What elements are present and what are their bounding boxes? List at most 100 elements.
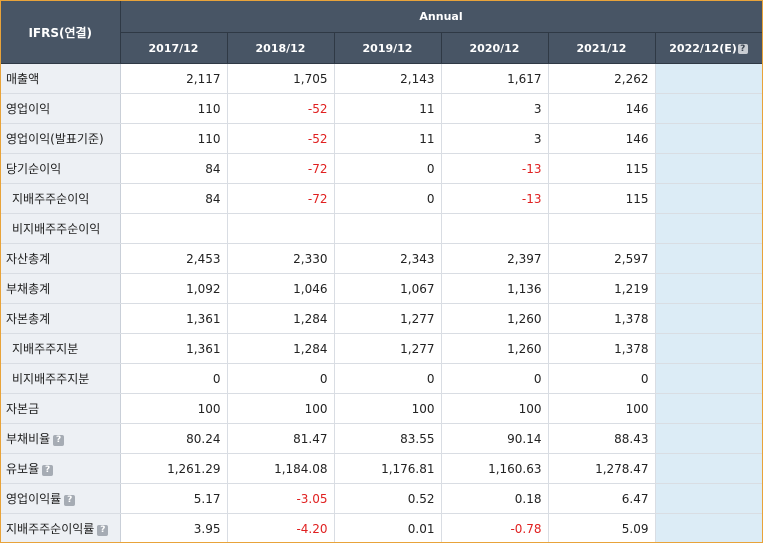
value-cell: -0.78: [441, 513, 549, 542]
financial-summary-table: IFRS(연결) Annual 2017/12 2018/12 2019/12 …: [1, 1, 762, 542]
value-cell: 146: [548, 123, 656, 154]
value-cell: 11: [334, 93, 442, 124]
value-cell: 1,092: [120, 273, 228, 304]
value-cell: 88.43: [548, 423, 656, 454]
table-row: 자본금 100 100 100 100 100: [1, 393, 762, 424]
value-cell: 2,330: [227, 243, 335, 274]
table-row: 영업이익 110 -52 11 3 146: [1, 93, 762, 124]
row-label: 자본총계: [6, 312, 51, 326]
value-cell: 1,361: [120, 303, 228, 334]
annual-group-header: Annual: [120, 1, 762, 33]
table-row: 지배주주순이익 84 -72 0 -13 115: [1, 183, 762, 214]
row-label: 비지배주주순이익: [12, 222, 101, 236]
value-cell: [441, 213, 549, 244]
row-label: 영업이익률: [6, 492, 62, 506]
table-row: 지배주주지분 1,361 1,284 1,277 1,260 1,378: [1, 333, 762, 364]
value-cell: -4.20: [227, 513, 335, 542]
value-cell: 0: [334, 363, 442, 394]
table-row: 부채총계 1,092 1,046 1,067 1,136 1,219: [1, 273, 762, 304]
value-cell: 1,160.63: [441, 453, 549, 484]
value-cell: 115: [548, 153, 656, 184]
value-cell: 81.47: [227, 423, 335, 454]
row-label: 자산총계: [6, 252, 51, 266]
value-cell: 0: [120, 363, 228, 394]
period-header-estimate: 2022/12(E)?: [655, 32, 762, 64]
value-cell: 100: [334, 393, 442, 424]
row-label: 유보율: [6, 462, 40, 476]
value-cell: 100: [441, 393, 549, 424]
value-cell: 2,117: [120, 63, 228, 94]
question-mark-icon[interactable]: ?: [42, 465, 54, 476]
row-label: 당기순이익: [6, 162, 62, 176]
financial-summary-table-frame: IFRS(연결) Annual 2017/12 2018/12 2019/12 …: [0, 0, 763, 543]
value-cell: 100: [120, 393, 228, 424]
value-cell: 80.24: [120, 423, 228, 454]
value-cell: 1,176.81: [334, 453, 442, 484]
value-cell: 5.09: [548, 513, 656, 542]
row-label-cell: 영업이익(발표기준): [1, 123, 121, 154]
estimate-value-cell: [655, 363, 762, 394]
value-cell: -72: [227, 153, 335, 184]
value-cell: 0.52: [334, 483, 442, 514]
value-cell: 100: [227, 393, 335, 424]
value-cell: 0.18: [441, 483, 549, 514]
value-cell: [227, 213, 335, 244]
value-cell: 83.55: [334, 423, 442, 454]
table-row: 자산총계 2,453 2,330 2,343 2,397 2,597: [1, 243, 762, 274]
table-row: 비지배주주순이익: [1, 213, 762, 244]
value-cell: 84: [120, 153, 228, 184]
estimate-value-cell: [655, 393, 762, 424]
row-label-cell: 영업이익률?: [1, 483, 121, 514]
value-cell: 3: [441, 93, 549, 124]
row-label-cell: 영업이익: [1, 93, 121, 124]
estimate-value-cell: [655, 123, 762, 154]
value-cell: 1,361: [120, 333, 228, 364]
table-row: 지배주주순이익률? 3.95 -4.20 0.01 -0.78 5.09: [1, 513, 762, 542]
value-cell: 0: [548, 363, 656, 394]
row-label-cell: 매출액: [1, 63, 121, 94]
value-cell: 0.01: [334, 513, 442, 542]
row-label-cell: 부채비율?: [1, 423, 121, 454]
estimate-value-cell: [655, 333, 762, 364]
estimate-value-cell: [655, 273, 762, 304]
row-label: 지배주주지분: [12, 342, 79, 356]
value-cell: 1,378: [548, 303, 656, 334]
value-cell: 3.95: [120, 513, 228, 542]
row-label: 지배주주순이익률: [6, 522, 95, 536]
value-cell: 84: [120, 183, 228, 214]
value-cell: -3.05: [227, 483, 335, 514]
value-cell: 1,260: [441, 303, 549, 334]
row-label: 비지배주주지분: [12, 372, 90, 386]
row-label-cell: 지배주주순이익률?: [1, 513, 121, 542]
question-mark-icon[interactable]: ?: [737, 43, 748, 54]
question-mark-icon[interactable]: ?: [64, 495, 76, 506]
value-cell: 1,378: [548, 333, 656, 364]
row-label-cell: 비지배주주지분: [1, 363, 121, 394]
row-label: 자본금: [6, 402, 40, 416]
value-cell: -52: [227, 123, 335, 154]
table-row: 부채비율? 80.24 81.47 83.55 90.14 88.43: [1, 423, 762, 454]
row-label: 부채비율: [6, 432, 51, 446]
estimate-value-cell: [655, 303, 762, 334]
estimate-value-cell: [655, 153, 762, 184]
value-cell: 1,260: [441, 333, 549, 364]
estimate-value-cell: [655, 243, 762, 274]
question-mark-icon[interactable]: ?: [53, 435, 65, 446]
row-label: 영업이익(발표기준): [6, 132, 104, 146]
row-label-cell: 자산총계: [1, 243, 121, 274]
row-label: 영업이익: [6, 102, 51, 116]
row-label-cell: 당기순이익: [1, 153, 121, 184]
value-cell: 0: [334, 153, 442, 184]
table-row: 자본총계 1,361 1,284 1,277 1,260 1,378: [1, 303, 762, 334]
table-row: 당기순이익 84 -72 0 -13 115: [1, 153, 762, 184]
estimate-value-cell: [655, 513, 762, 542]
value-cell: 6.47: [548, 483, 656, 514]
period-header: 2018/12: [227, 32, 335, 64]
row-label-cell: 유보율?: [1, 453, 121, 484]
value-cell: 0: [227, 363, 335, 394]
row-label: 부채총계: [6, 282, 51, 296]
value-cell: 115: [548, 183, 656, 214]
question-mark-icon[interactable]: ?: [97, 525, 109, 536]
row-label-cell: 자본총계: [1, 303, 121, 334]
estimate-value-cell: [655, 93, 762, 124]
